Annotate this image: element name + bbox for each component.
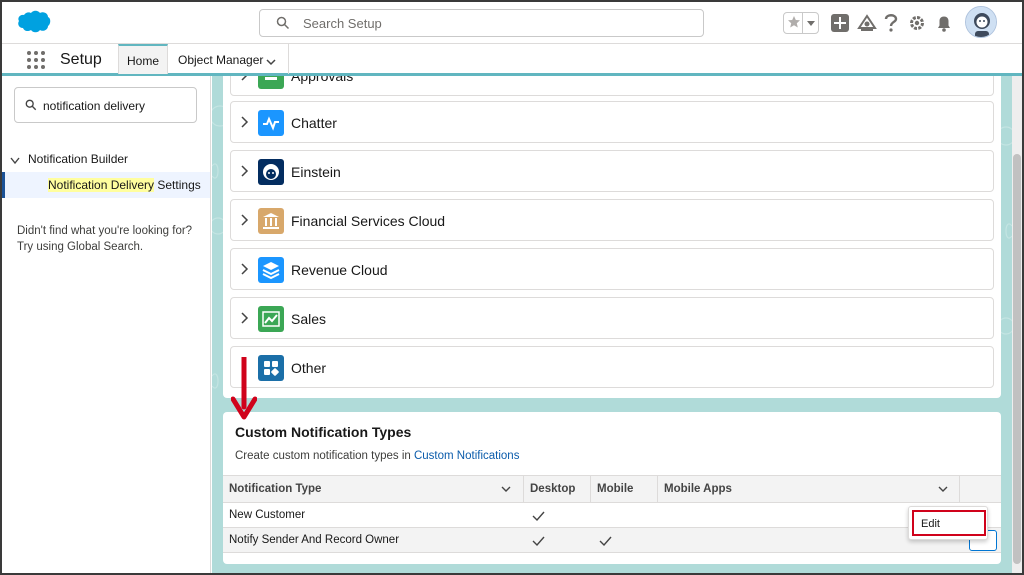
menu-item-edit[interactable]: Edit [912, 510, 986, 536]
search-highlight: Notification Delivery [48, 178, 155, 192]
quick-find-value: notification delivery [43, 99, 146, 113]
description-text: Create custom notification types in [235, 450, 414, 462]
column-label: Desktop [530, 483, 576, 495]
check-icon [532, 509, 545, 524]
row-actions-menu: Edit [908, 506, 988, 540]
app-navigation: Setup Home Object Manager [2, 44, 1022, 76]
column-label: Mobile Apps [664, 483, 732, 495]
accordion-revenue-cloud[interactable]: Revenue Cloud [230, 248, 994, 290]
chevron-down-icon[interactable] [10, 154, 20, 168]
accordion-label: Einstein [291, 164, 341, 180]
column-header-desktop[interactable]: Desktop [524, 476, 591, 502]
sales-chart-icon [258, 306, 284, 332]
accordion-sales[interactable]: Sales [230, 297, 994, 339]
quick-find-input[interactable]: notification delivery [14, 87, 197, 123]
bell-icon[interactable] [935, 14, 953, 35]
global-header: Search Setup [2, 2, 1022, 44]
accordion-label: Sales [291, 311, 327, 327]
table-row: New Customer [223, 503, 1001, 528]
annotation-arrow-icon [231, 357, 257, 420]
star-icon [787, 15, 801, 32]
chevron-right-icon[interactable] [241, 165, 249, 180]
card-title: Custom Notification Types [235, 424, 412, 440]
not-found-help-text: Didn't find what you're looking for? Try… [17, 225, 193, 253]
chevron-right-icon[interactable] [241, 116, 249, 131]
user-avatar[interactable] [965, 6, 997, 38]
accordion-other[interactable]: Other [230, 346, 994, 388]
accordion-label: Revenue Cloud [291, 262, 388, 278]
apps-grid-icon [258, 355, 284, 381]
search-icon [25, 99, 37, 114]
search-placeholder: Search Setup [303, 16, 382, 31]
standard-notifications-card: Approvals Chatter Einstein Financial Ser… [223, 76, 1001, 398]
approvals-icon [258, 76, 284, 89]
bank-icon [258, 208, 284, 234]
accordion-label: Financial Services Cloud [291, 213, 446, 229]
column-header-mobile-apps[interactable]: Mobile Apps [658, 476, 960, 502]
trailhead-icon[interactable] [857, 13, 877, 36]
gear-icon[interactable] [908, 14, 926, 35]
search-icon [276, 16, 290, 33]
einstein-icon [258, 159, 284, 185]
accordion-label: Approvals [291, 76, 354, 84]
chevron-down-icon[interactable] [938, 484, 948, 496]
chevron-down-icon[interactable] [501, 484, 511, 496]
tree-node-label: Notification Builder [28, 152, 129, 166]
favorites-button[interactable] [783, 12, 819, 34]
tab-home[interactable]: Home [118, 44, 168, 74]
table-header: Notification Type Desktop Mobile Mobile … [223, 475, 1001, 503]
favorites-dropdown[interactable] [802, 13, 818, 33]
setup-search[interactable]: Search Setup [259, 9, 704, 37]
accordion-label: Chatter [291, 115, 337, 131]
card-description: Create custom notification types in Cust… [235, 450, 519, 462]
check-icon [599, 534, 612, 549]
tab-object-manager[interactable]: Object Manager [169, 44, 289, 74]
salesforce-logo[interactable] [16, 9, 52, 38]
setup-sidebar: notification delivery Notification Build… [2, 76, 211, 573]
page-scrollbar[interactable] [1012, 76, 1022, 573]
notification-type-name: Notify Sender And Record Owner [229, 534, 400, 546]
tree-item-label-rest: Settings [154, 178, 201, 192]
accordion-financial-services-cloud[interactable]: Financial Services Cloud [230, 199, 994, 241]
chevron-down-icon[interactable] [266, 55, 276, 69]
column-label: Notification Type [229, 483, 322, 495]
column-header-notification-type[interactable]: Notification Type [223, 476, 524, 502]
table-row: Notify Sender And Record Owner [223, 528, 1001, 553]
accordion-approvals[interactable]: Approvals [230, 76, 994, 96]
check-icon [532, 534, 545, 549]
custom-notifications-link[interactable]: Custom Notifications [414, 450, 519, 462]
custom-notification-types-card: Custom Notification Types Create custom … [223, 412, 1001, 564]
notification-type-name: New Customer [229, 509, 306, 521]
app-frame: Search Setup Setup Home Object Manager n… [0, 0, 1024, 575]
scrollbar-thumb[interactable] [1013, 154, 1021, 564]
column-label: Mobile [597, 483, 634, 495]
accordion-chatter[interactable]: Chatter [230, 101, 994, 143]
global-actions-icon[interactable] [831, 14, 849, 35]
accordion-einstein[interactable]: Einstein [230, 150, 994, 192]
layers-icon [258, 257, 284, 283]
chatter-icon [258, 110, 284, 136]
tab-object-manager-label: Object Manager [178, 53, 264, 67]
chevron-right-icon[interactable] [241, 214, 249, 229]
help-icon[interactable] [884, 13, 898, 36]
chevron-right-icon[interactable] [241, 76, 249, 84]
column-header-mobile[interactable]: Mobile [591, 476, 658, 502]
main-content: Approvals Chatter Einstein Financial Ser… [212, 76, 1012, 573]
chevron-right-icon[interactable] [241, 312, 249, 327]
app-name: Setup [60, 51, 102, 68]
tree-item-label: Notification Delivery Settings [48, 178, 201, 192]
tree-item-notification-delivery-settings[interactable]: Notification Delivery Settings [2, 172, 210, 198]
chevron-right-icon[interactable] [241, 263, 249, 278]
app-launcher-icon[interactable] [26, 50, 46, 73]
accordion-label: Other [291, 360, 327, 376]
